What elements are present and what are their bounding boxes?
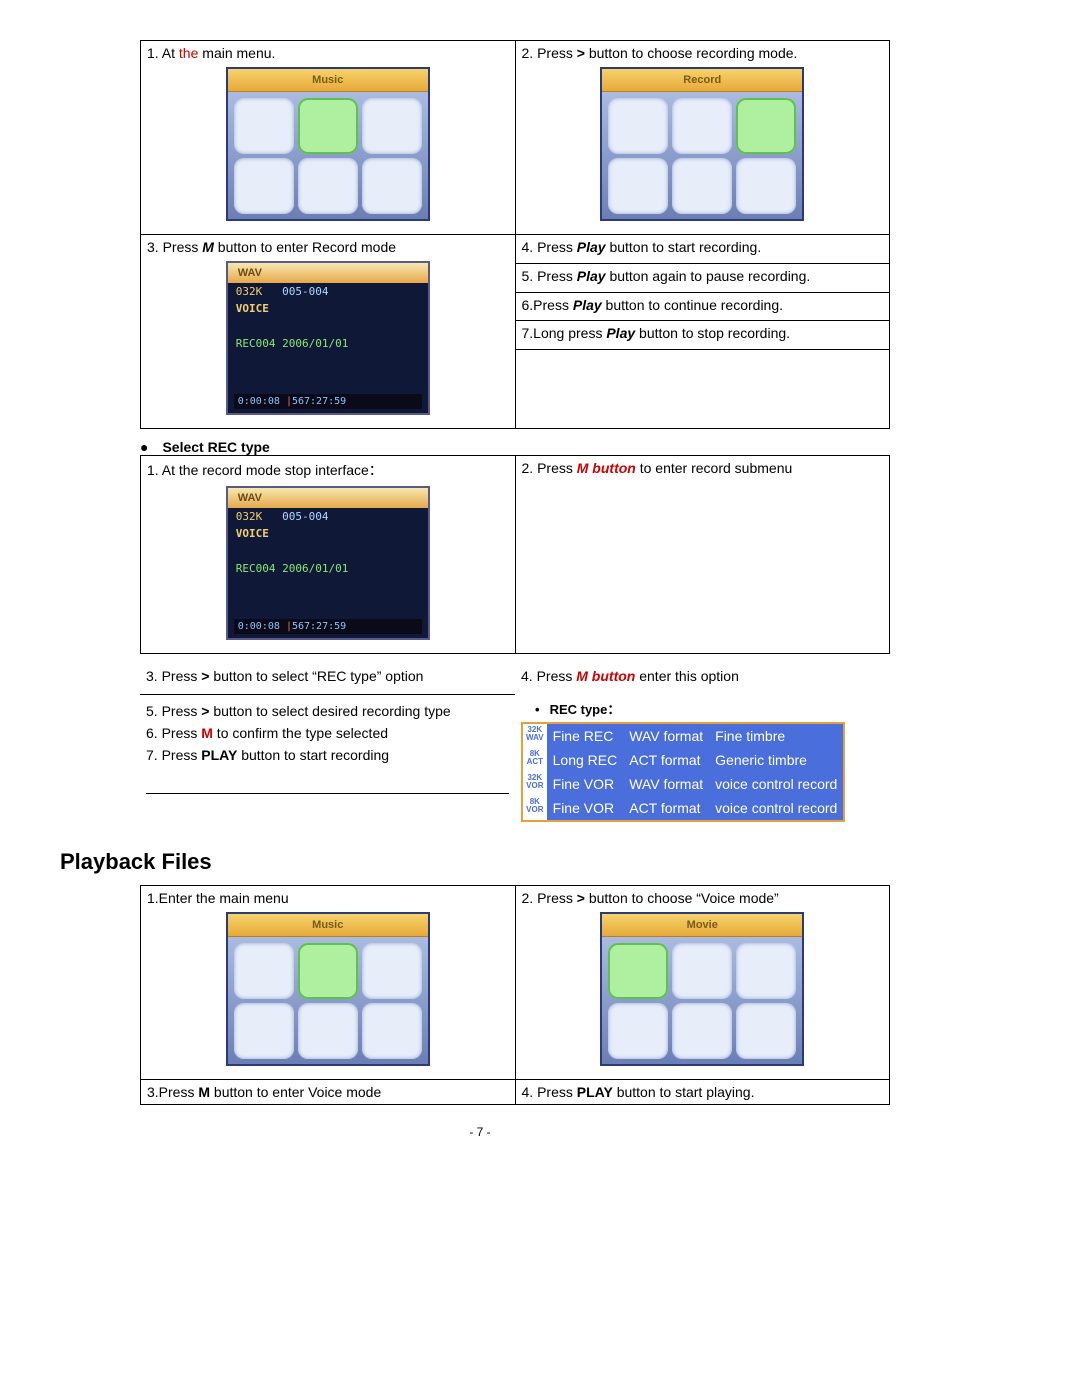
screenshot-main-menu-record: Record bbox=[600, 67, 804, 221]
step-text: 1. At bbox=[147, 45, 179, 61]
button-symbol: > bbox=[577, 45, 585, 61]
step-text: 3. Press bbox=[146, 668, 201, 684]
voice-label: VOICE bbox=[228, 525, 428, 542]
instructions-table-2b: 3. Press > button to select “REC type” o… bbox=[140, 664, 890, 829]
button-name: PLAY bbox=[577, 1084, 613, 1100]
instructions-table-1: 1. At the main menu. Music 2. Press > bu… bbox=[140, 40, 890, 429]
rec-format-label: WAV bbox=[228, 263, 428, 283]
step-text: 7. Press bbox=[146, 747, 201, 763]
step-text: 6. Press bbox=[146, 725, 201, 741]
step-text: button to select “REC type” option bbox=[209, 668, 423, 684]
rec-format-label: WAV bbox=[228, 488, 428, 508]
step-text: button again to pause recording. bbox=[606, 268, 811, 284]
button-name: M bbox=[201, 725, 213, 741]
file-label: REC004 2006/01/01 bbox=[236, 337, 349, 350]
button-name: Play bbox=[577, 239, 606, 255]
screenshot-main-menu-music: Music bbox=[226, 67, 430, 221]
menu-title: Movie bbox=[602, 914, 802, 937]
menu-title: Music bbox=[228, 69, 428, 92]
bitrate-label: 032K bbox=[236, 510, 263, 523]
step-text: 5. Press bbox=[146, 703, 201, 719]
step-text: 2. Press bbox=[522, 45, 577, 61]
step-text: button to continue recording. bbox=[602, 297, 783, 313]
highlight-word: the bbox=[179, 45, 198, 61]
step-text: button to start recording. bbox=[606, 239, 762, 255]
step-text: to enter record submenu bbox=[636, 460, 792, 476]
button-name: M button bbox=[577, 460, 636, 476]
step-text: enter this option bbox=[635, 668, 739, 684]
screenshot-main-menu-music-2: Music bbox=[226, 912, 430, 1066]
screenshot-record-stop: WAV 032K 005-004 VOICE REC004 2006/01/01… bbox=[226, 486, 430, 640]
step-text: 4. Press bbox=[522, 239, 577, 255]
step-text: 6.Press bbox=[522, 297, 573, 313]
voice-label: VOICE bbox=[228, 300, 428, 317]
rec-type-heading: REC type： bbox=[535, 699, 884, 718]
rec-type-row: 8KACTLong RECACT formatGeneric timbre bbox=[523, 748, 843, 772]
step-text: 1. At the record mode stop interface： bbox=[147, 462, 383, 478]
step-text: 2. Press bbox=[522, 460, 577, 476]
instructions-table-3: 1.Enter the main menu Music 2. Press > b… bbox=[140, 885, 890, 1105]
button-name: M bbox=[202, 239, 214, 255]
step-text: button to start playing. bbox=[613, 1084, 755, 1100]
step-text: 4. Press bbox=[521, 668, 576, 684]
section-heading: Playback Files bbox=[60, 849, 900, 875]
step-text: button to choose recording mode. bbox=[585, 45, 797, 61]
button-name: M button bbox=[576, 668, 635, 684]
step-text: button to enter Record mode bbox=[214, 239, 396, 255]
rec-type-row: 32KWAVFine RECWAV formatFine timbre bbox=[523, 724, 843, 748]
step-text: to confirm the type selected bbox=[213, 725, 388, 741]
step-text: main menu. bbox=[198, 45, 275, 61]
instructions-table-2: 1. At the record mode stop interface： WA… bbox=[140, 455, 890, 654]
index-label: 005-004 bbox=[282, 510, 328, 523]
menu-title: Record bbox=[602, 69, 802, 92]
button-name: M bbox=[198, 1084, 210, 1100]
elapsed-time: 0:00:08 bbox=[238, 396, 280, 407]
page-number: - 7 - bbox=[60, 1125, 900, 1139]
step-text: 3.Press bbox=[147, 1084, 198, 1100]
button-name: Play bbox=[573, 297, 602, 313]
step-text: button to stop recording. bbox=[635, 325, 790, 341]
elapsed-time: 0:00:08 bbox=[238, 621, 280, 632]
button-symbol: > bbox=[577, 890, 585, 906]
file-label: REC004 2006/01/01 bbox=[236, 562, 349, 575]
screenshot-main-menu-movie: Movie bbox=[600, 912, 804, 1066]
index-label: 005-004 bbox=[282, 285, 328, 298]
step-text: button to choose “Voice mode” bbox=[585, 890, 779, 906]
remaining-time: 567:27:59 bbox=[292, 396, 346, 407]
bullet-heading: Select REC type bbox=[140, 439, 900, 455]
step-text: 2. Press bbox=[522, 890, 577, 906]
rec-type-row: 8KVORFine VORACT formatvoice control rec… bbox=[523, 796, 843, 820]
rec-type-table: 32KWAVFine RECWAV formatFine timbre8KACT… bbox=[521, 722, 845, 822]
screenshot-record-mode: WAV 032K 005-004 VOICE REC004 2006/01/01… bbox=[226, 261, 430, 415]
step-text: 1.Enter the main menu bbox=[147, 890, 289, 906]
step-text: 7.Long press bbox=[522, 325, 607, 341]
rec-type-row: 32KVORFine VORWAV formatvoice control re… bbox=[523, 772, 843, 796]
step-text: button to select desired recording type bbox=[209, 703, 450, 719]
button-name: PLAY bbox=[201, 747, 237, 763]
remaining-time: 567:27:59 bbox=[292, 621, 346, 632]
bitrate-label: 032K bbox=[236, 285, 263, 298]
step-text: button to enter Voice mode bbox=[210, 1084, 381, 1100]
step-text: 3. Press bbox=[147, 239, 202, 255]
menu-title: Music bbox=[228, 914, 428, 937]
button-name: Play bbox=[577, 268, 606, 284]
step-text: 5. Press bbox=[522, 268, 577, 284]
step-text: 4. Press bbox=[522, 1084, 577, 1100]
step-text: button to start recording bbox=[237, 747, 389, 763]
button-name: Play bbox=[606, 325, 635, 341]
